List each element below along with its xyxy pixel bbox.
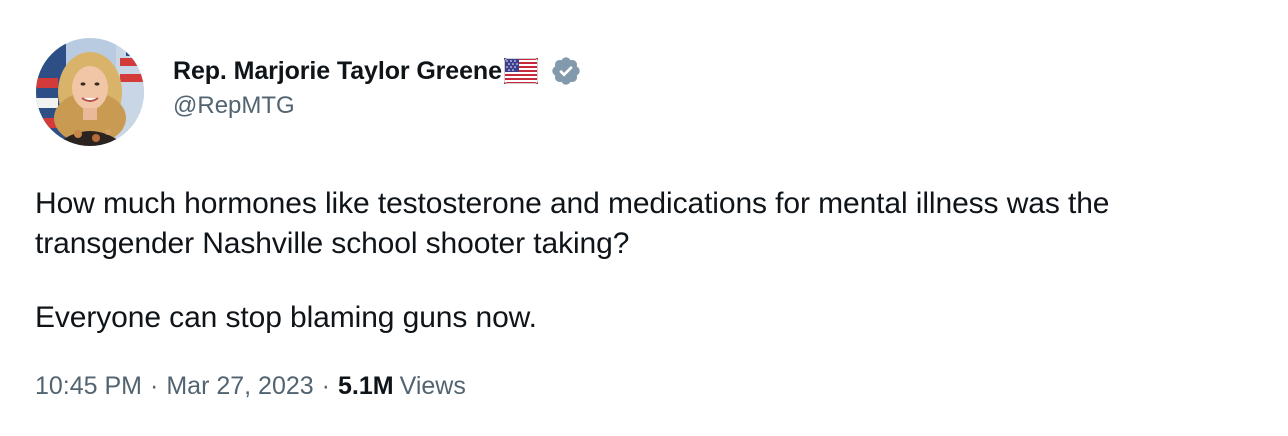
handle[interactable]: @RepMTG [173,92,582,120]
separator-dot: · [321,372,330,400]
tweet-metadata: 10:45 PM · Mar 27, 2023 · 5.1M Views [35,372,466,401]
tweet-time[interactable]: 10:45 PM [35,372,142,401]
author-block: Rep. Marjorie Taylor Greene @RepMTG [173,52,582,120]
avatar-image [36,38,144,146]
tweet-paragraph: Everyone can stop blaming guns now. [35,301,537,334]
tweet-date[interactable]: Mar 27, 2023 [166,372,313,401]
tweet-card: Rep. Marjorie Taylor Greene @RepMTG How … [0,0,1288,436]
us-flag-icon [503,58,538,84]
display-name[interactable]: Rep. Marjorie Taylor Greene [173,57,502,86]
verified-badge-icon[interactable] [550,55,582,87]
separator-dot: · [150,372,159,400]
avatar[interactable] [36,38,144,146]
views-label: Views [399,372,466,400]
tweet-text: How much hormones like testosterone and … [35,184,1255,338]
views-count: 5.1M [338,372,394,400]
name-row: Rep. Marjorie Taylor Greene [173,52,582,90]
tweet-paragraph: How much hormones like testosterone and … [35,187,1110,260]
